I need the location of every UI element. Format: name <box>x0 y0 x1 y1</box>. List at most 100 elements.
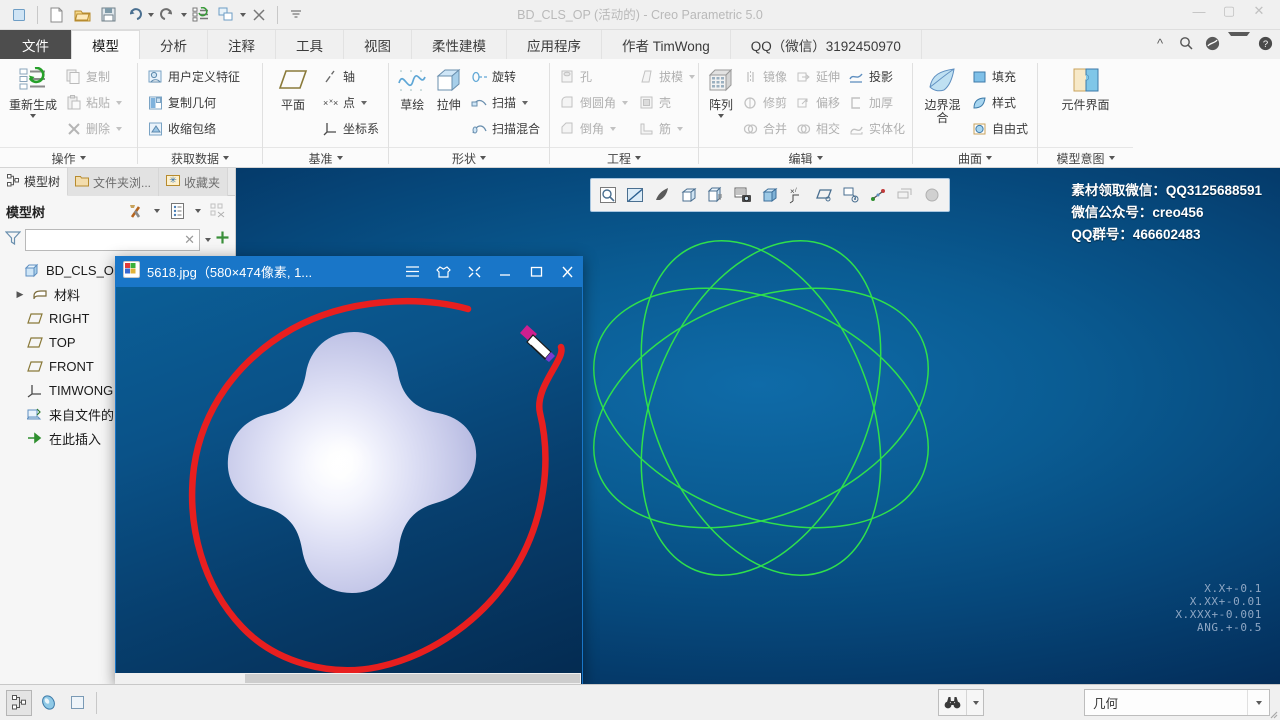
draft-dropdown-icon[interactable] <box>689 74 696 79</box>
regenerate-icon[interactable] <box>187 3 213 27</box>
extend-button[interactable]: 延伸 <box>792 64 843 89</box>
extrude-button[interactable]: 拉伸 <box>431 63 465 112</box>
clear-icon[interactable]: ✕ <box>184 232 195 248</box>
undo-icon[interactable] <box>121 3 147 27</box>
rib-button[interactable]: 筋 <box>635 116 698 141</box>
display-style-icon[interactable] <box>64 690 90 716</box>
paste-dropdown-icon[interactable] <box>116 100 123 105</box>
round-dropdown-icon[interactable] <box>622 100 629 105</box>
operations-group-label[interactable]: 操作 <box>0 147 137 168</box>
open-file-icon[interactable] <box>69 3 95 27</box>
swept-blend-button[interactable]: 扫描混合 <box>468 116 543 141</box>
component-interface-button[interactable]: 元件界面 <box>1054 63 1118 112</box>
regenerate-dropdown-icon[interactable] <box>30 114 36 118</box>
close-button[interactable]: ✕ <box>1244 0 1274 22</box>
sketch-button[interactable]: 草绘 <box>395 63 429 112</box>
solidify-button[interactable]: 实体化 <box>845 116 908 141</box>
tab-annotate[interactable]: 注释 <box>208 30 276 59</box>
save-icon[interactable] <box>95 3 121 27</box>
mirror-button[interactable]: 镜像 <box>739 64 790 89</box>
project-button[interactable]: 投影 <box>845 64 908 89</box>
find-tool[interactable] <box>938 689 984 716</box>
shirt-icon[interactable] <box>428 256 459 287</box>
datum-axis-button[interactable]: 轴 <box>319 64 382 89</box>
paste-button[interactable]: 粘贴 <box>62 90 125 115</box>
image-viewer-canvas[interactable] <box>115 287 583 684</box>
surfaces-group-label[interactable]: 曲面 <box>913 147 1037 168</box>
style-button[interactable]: 样式 <box>968 90 1031 115</box>
perspective-view-icon[interactable] <box>757 182 783 208</box>
tab-analysis[interactable]: 分析 <box>140 30 208 59</box>
repaint-icon[interactable] <box>649 182 675 208</box>
round-button[interactable]: 倒圆角 <box>556 90 631 115</box>
menu-icon[interactable] <box>397 256 428 287</box>
help-icon[interactable]: ? <box>1254 32 1276 54</box>
freestyle-button[interactable]: 自由式 <box>968 116 1031 141</box>
app-menu-icon[interactable] <box>6 3 32 27</box>
tools-dropdown-icon[interactable] <box>154 209 160 213</box>
close-icon[interactable] <box>552 256 583 287</box>
get-data-expand-icon[interactable] <box>223 156 229 160</box>
datum-point-dropdown-icon[interactable] <box>361 100 367 105</box>
tab-file[interactable]: 文件 <box>0 30 71 59</box>
regenerate-button[interactable]: 重新生成 <box>6 63 60 118</box>
search-icon[interactable] <box>1175 32 1197 54</box>
tab-model[interactable]: 模型 <box>71 30 140 59</box>
sidebar-item-model-tree[interactable]: 模型树 <box>0 168 69 196</box>
window-switch-icon[interactable] <box>213 3 239 27</box>
rib-dropdown-icon[interactable] <box>677 126 684 131</box>
appearance-gallery-icon[interactable] <box>919 182 945 208</box>
redo-icon[interactable] <box>154 3 180 27</box>
offset-button[interactable]: 偏移 <box>792 90 843 115</box>
model-intent-expand-icon[interactable] <box>1108 156 1115 160</box>
coordinate-system-button[interactable]: 坐标系 <box>319 116 382 141</box>
saved-orientation-icon[interactable] <box>703 182 729 208</box>
chamfer-dropdown-icon[interactable] <box>610 126 617 131</box>
datum-display-icon[interactable]: × / <box>784 182 810 208</box>
shrinkwrap-button[interactable]: 收缩包络 <box>144 116 243 141</box>
chevron-down-icon[interactable] <box>205 238 211 242</box>
tab-applications[interactable]: 应用程序 <box>507 30 602 59</box>
tree-expander[interactable]: ▶ <box>14 289 26 300</box>
new-file-icon[interactable] <box>43 3 69 27</box>
shapes-group-label[interactable]: 形状 <box>389 147 549 168</box>
engineering-expand-icon[interactable] <box>635 156 641 160</box>
sidebar-item-favorites[interactable]: ✳ 收藏夹 <box>159 168 229 196</box>
display-filter-icon[interactable] <box>207 200 229 222</box>
plus-icon[interactable] <box>215 230 230 250</box>
editing-group-label[interactable]: 编辑 <box>699 147 912 168</box>
maximize-button[interactable]: ▢ <box>1214 0 1244 22</box>
search-input[interactable]: ✕ <box>25 229 200 251</box>
sidebar-item-folder-browser[interactable]: 文件夹浏... <box>68 168 160 196</box>
minimize-button[interactable]: — <box>1184 0 1214 22</box>
hole-button[interactable]: 孔 <box>556 64 631 89</box>
annotation-display-icon[interactable] <box>838 182 864 208</box>
get-data-group-label[interactable]: 获取数据 <box>138 147 262 168</box>
model-tree-toggle-icon[interactable] <box>6 689 32 716</box>
plane-display-icon[interactable] <box>811 182 837 208</box>
pattern-button[interactable]: 阵列 <box>705 63 737 118</box>
appearance-icon[interactable] <box>35 690 61 716</box>
settings-list-icon[interactable] <box>166 200 188 222</box>
delete-button[interactable]: 删除 <box>62 116 125 141</box>
revolve-button[interactable]: 旋转 <box>468 64 543 89</box>
datum-expand-icon[interactable] <box>336 156 343 160</box>
settings-dropdown-icon[interactable] <box>195 209 201 213</box>
merge-button[interactable]: 合并 <box>739 116 790 141</box>
scrollbar-thumb[interactable] <box>245 674 580 683</box>
shell-button[interactable]: 壳 <box>635 90 698 115</box>
pattern-dropdown-icon[interactable] <box>718 114 724 118</box>
resize-grip-icon[interactable] <box>1266 706 1278 719</box>
fill-button[interactable]: 填充 <box>968 64 1031 89</box>
sweep-button[interactable]: 扫描 <box>468 90 543 115</box>
layer-display-icon[interactable] <box>892 182 918 208</box>
tab-author[interactable]: 作者 TimWong <box>602 30 731 59</box>
zoom-in-icon[interactable] <box>622 182 648 208</box>
binoculars-icon[interactable] <box>939 690 966 715</box>
draft-button[interactable]: 拔模 <box>635 64 698 89</box>
surfaces-expand-icon[interactable] <box>986 156 992 160</box>
trim-button[interactable]: 修剪 <box>739 90 790 115</box>
chamfer-button[interactable]: 倒角 <box>556 116 631 141</box>
minimize-icon[interactable] <box>490 256 521 287</box>
image-viewer-scrollbar[interactable] <box>115 673 581 684</box>
